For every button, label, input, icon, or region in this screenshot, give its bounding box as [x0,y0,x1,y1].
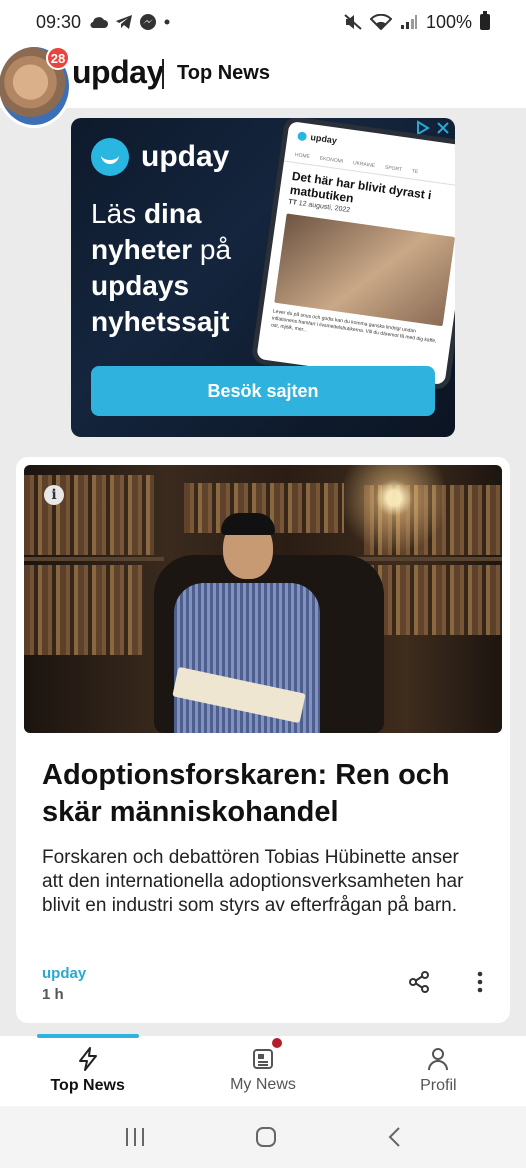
mute-icon [344,14,362,30]
phone-article-image [274,213,455,327]
upday-logo-icon [91,138,129,176]
tab-label: Profil [420,1077,457,1094]
dot-icon [164,19,170,25]
close-icon[interactable] [435,120,451,136]
more-options-icon[interactable] [470,971,490,993]
status-time: 09:30 [36,11,82,32]
telegram-icon [116,15,133,29]
article-card[interactable]: i Adoptionsforskaren: Ren och skär männi… [16,457,510,1023]
ad-brand: upday [141,140,230,173]
app-bar: 28 upday Top News [0,44,526,128]
battery-icon [480,11,490,30]
article-headline[interactable]: Adoptionsforskaren: Ren och skär människ… [42,757,482,831]
article-image[interactable]: i [24,465,502,733]
back-icon[interactable] [386,1126,402,1148]
app-logo: upday [72,54,164,90]
bottom-nav: Top News My News Profil [0,1034,526,1106]
tab-label: Top News [50,1077,125,1094]
tab-label: My News [230,1076,296,1093]
tab-profil[interactable]: Profil [351,1036,526,1106]
phone-logo-icon [297,130,308,141]
system-nav-bar [0,1106,526,1168]
ad-logo: upday [91,138,229,176]
article-source: upday [42,965,87,982]
ad-headline: Läs dina nyheter på updays nyhetssajt [91,198,232,337]
home-icon[interactable] [255,1126,277,1148]
info-icon[interactable]: i [44,485,64,505]
tab-top-news[interactable]: Top News [0,1036,175,1106]
header-divider [162,59,164,89]
phone-tab: TE [411,168,419,176]
battery-percent: 100% [425,11,472,32]
wifi-icon [369,14,392,30]
article-summary: Forskaren och debattören Tobias Hübinett… [42,847,464,916]
tab-my-news[interactable]: My News [175,1036,350,1106]
messenger-icon [140,14,157,30]
page-title: Top News [177,62,270,84]
signal-icon [400,15,417,29]
ad-banner[interactable]: upday upday HOME EKONOMI UKRAINE SPORT T… [71,118,455,437]
article-age: 1 h [42,986,64,1003]
status-bar: 09:30 100% [0,0,526,44]
phone-tab: SPORT [384,164,403,174]
phone-tab: UKRAINE [352,160,376,170]
notification-badge: 28 [46,46,70,70]
person-icon [428,1048,449,1071]
recents-icon[interactable] [124,1127,146,1147]
share-icon[interactable] [408,971,430,993]
ad-cta-button[interactable]: Besök sajten [91,366,435,416]
phone-tab: EKONOMI [319,155,344,165]
phone-brand: upday [309,132,338,146]
phone-tab: HOME [294,152,311,161]
news-icon [252,1049,273,1069]
lightning-icon [78,1047,97,1071]
cloud-icon [90,17,109,29]
